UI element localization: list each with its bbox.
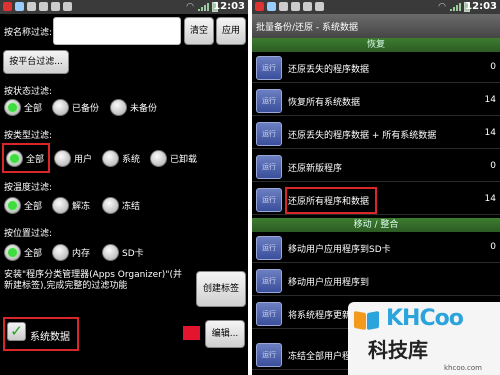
signal-icon xyxy=(198,3,210,11)
radio-off-icon xyxy=(52,98,69,116)
watermark-url: khcoo.com xyxy=(444,364,482,372)
notification-icon xyxy=(279,2,288,11)
radio-on-icon xyxy=(4,243,21,261)
notification-icon xyxy=(15,2,24,11)
edit-button[interactable]: 编辑... xyxy=(205,320,245,348)
list-item[interactable]: 运行 移动用户应用程序到SD卡 0 xyxy=(252,233,500,263)
radio-on-icon xyxy=(4,98,21,116)
clock: 12:03 xyxy=(213,1,245,12)
name-filter-input[interactable] xyxy=(53,17,181,45)
type-all-radio[interactable]: 全部 xyxy=(6,148,44,168)
platform-filter-button[interactable]: 按平台过滤... xyxy=(3,50,69,74)
section-header-restore: 恢复 xyxy=(252,38,500,52)
type-user-radio[interactable]: 用户 xyxy=(54,148,92,168)
watermark-name: 科技库 xyxy=(368,338,428,362)
install-note: 安装"程序分类管理器(Apps Organizer)"(并新建标签),完成完整的… xyxy=(4,270,182,291)
list-item[interactable]: 运行 还原丢失的程序数据 + 所有系统数据 14 xyxy=(252,119,500,149)
type-filter-label: 按类型过滤: xyxy=(4,131,53,141)
temp-frozen-radio[interactable]: 冻结 xyxy=(102,195,140,215)
run-button[interactable]: 运行 xyxy=(256,122,282,146)
notification-icon xyxy=(315,2,324,11)
list-item[interactable]: 运行 恢复所有系统数据 14 xyxy=(252,86,500,116)
apply-button[interactable]: 应用 xyxy=(216,17,246,45)
radio-off-icon xyxy=(54,149,71,167)
temp-thawed-radio[interactable]: 解冻 xyxy=(52,195,90,215)
wifi-icon: ◠ xyxy=(186,2,194,12)
radio-off-icon xyxy=(52,196,69,214)
location-sd-radio[interactable]: SD卡 xyxy=(102,242,144,262)
section-header-move: 移动 / 整合 xyxy=(252,218,500,232)
notification-icon xyxy=(291,2,300,11)
run-button[interactable]: 运行 xyxy=(256,236,282,260)
notification-icon xyxy=(267,2,276,11)
list-item[interactable]: 运行 还原丢失的程序数据 0 xyxy=(252,53,500,83)
run-button[interactable]: 运行 xyxy=(256,155,282,179)
create-tag-button[interactable]: 创建标签 xyxy=(196,271,246,307)
clock: 12:03 xyxy=(465,1,497,12)
location-memory-radio[interactable]: 内存 xyxy=(52,242,90,262)
watermark: KHCoo 科技库 khcoo.com xyxy=(348,302,500,375)
check-icon: ✓ xyxy=(10,322,23,340)
list-item[interactable]: 运行 移动用户应用程序到 xyxy=(252,266,500,296)
run-button[interactable]: 运行 xyxy=(256,56,282,80)
type-system-radio[interactable]: 系统 xyxy=(102,148,140,168)
system-data-checkbox[interactable]: ✓ xyxy=(7,322,26,341)
run-button[interactable]: 运行 xyxy=(256,188,282,212)
highlight-box xyxy=(285,187,377,214)
type-uninstalled-radio[interactable]: 已卸载 xyxy=(150,148,197,168)
radio-off-icon xyxy=(110,98,127,116)
location-all-radio[interactable]: 全部 xyxy=(4,242,42,262)
status-all-radio[interactable]: 全部 xyxy=(4,97,42,117)
temp-filter-label: 按温度过滤: xyxy=(4,183,53,193)
wifi-icon: ◠ xyxy=(438,2,446,12)
system-data-label: 系统数据 xyxy=(30,332,70,343)
notification-icon xyxy=(255,2,264,11)
radio-off-icon xyxy=(150,149,167,167)
radio-off-icon xyxy=(52,243,69,261)
signal-icon xyxy=(450,3,462,11)
run-button[interactable]: 运行 xyxy=(256,302,282,326)
list-item[interactable]: 运行 还原新版程序 0 xyxy=(252,152,500,182)
book-icon xyxy=(354,308,380,332)
status-bar: ◠ 12:03 xyxy=(252,0,500,14)
status-backed-up-radio[interactable]: 已备份 xyxy=(52,97,99,117)
left-screen: ◠ 12:03 按名称过滤: 清空 应用 按平台过滤... 按状态过滤: 全部 … xyxy=(0,0,248,375)
radio-on-icon xyxy=(6,149,23,167)
clear-button[interactable]: 清空 xyxy=(184,17,214,45)
run-button[interactable]: 运行 xyxy=(256,269,282,293)
radio-off-icon xyxy=(102,243,119,261)
status-bar: ◠ 12:03 xyxy=(0,0,248,14)
color-swatch[interactable] xyxy=(183,326,200,340)
notification-icon xyxy=(27,2,36,11)
run-button[interactable]: 运行 xyxy=(256,89,282,113)
notification-icon xyxy=(39,2,48,11)
notification-icon xyxy=(51,2,60,11)
location-filter-label: 按位置过滤: xyxy=(4,229,53,239)
notification-icon xyxy=(63,2,72,11)
notification-icon xyxy=(3,2,12,11)
run-button[interactable]: 运行 xyxy=(256,343,282,367)
status-not-backed-up-radio[interactable]: 未备份 xyxy=(110,97,157,117)
name-filter-label: 按名称过滤: xyxy=(4,28,53,38)
temp-all-radio[interactable]: 全部 xyxy=(4,195,42,215)
radio-off-icon xyxy=(102,149,119,167)
radio-off-icon xyxy=(102,196,119,214)
watermark-logo: KHCoo xyxy=(386,306,464,331)
page-title: 批量备份/还原 - 系统数据 xyxy=(252,14,500,38)
status-filter-label: 按状态过滤: xyxy=(4,87,53,97)
notification-icon xyxy=(303,2,312,11)
radio-on-icon xyxy=(4,196,21,214)
